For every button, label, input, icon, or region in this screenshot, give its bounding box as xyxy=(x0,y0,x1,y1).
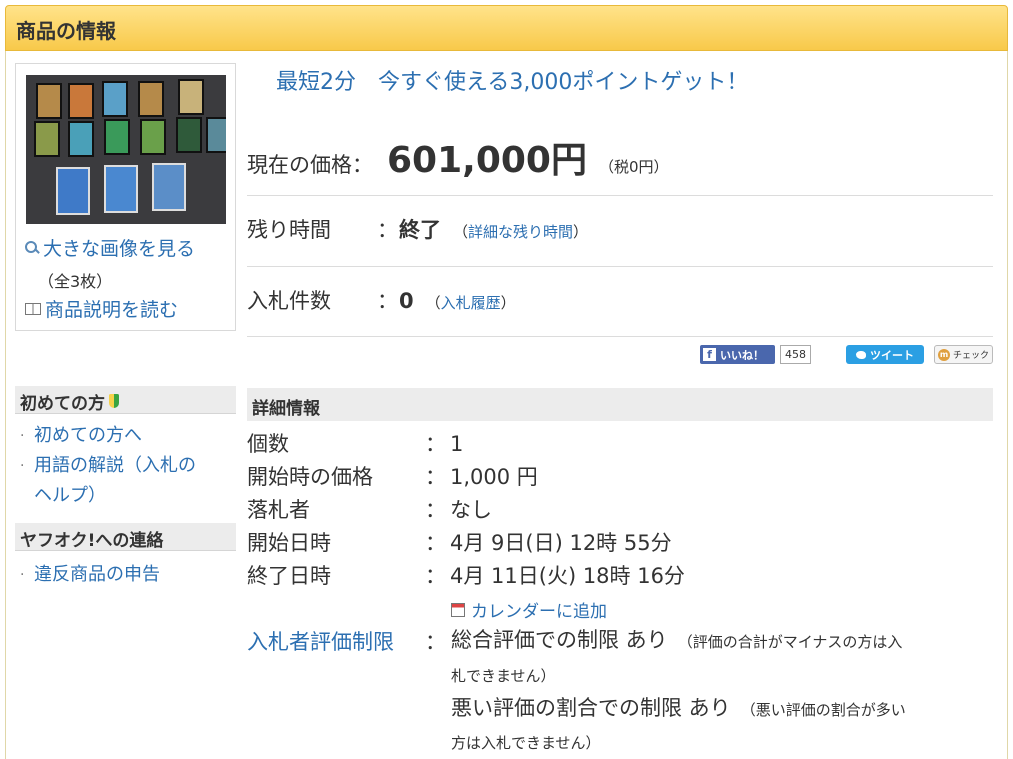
restriction-total-note: （評価の合計がマイナスの方は入 xyxy=(677,633,903,651)
divider xyxy=(247,195,993,196)
add-to-calendar-link[interactable]: カレンダーに追加 xyxy=(451,597,607,622)
rating-restriction-link[interactable]: 入札者評価制限 xyxy=(247,626,425,656)
detail-colon: ： xyxy=(425,432,446,456)
sidebar-link-report-label: 違反商品の申告 xyxy=(34,564,160,585)
calendar-icon xyxy=(451,602,465,617)
detail-row-start-price: 開始時の価格 ： 1,000 円 xyxy=(247,461,538,491)
detail-colon: ： xyxy=(425,630,446,654)
facebook-like-count: 458 xyxy=(780,345,811,364)
current-price-row: 現在の価格： 601,000円 （税0円） xyxy=(247,131,669,183)
tweet-label: ツイート xyxy=(870,348,914,362)
mixi-icon: m xyxy=(937,348,950,361)
bid-history-link[interactable]: 入札履歴 xyxy=(441,294,501,312)
price-value: 601,000円 xyxy=(387,140,587,181)
detail-value: 4月 9日(日) 12時 55分 xyxy=(450,531,672,555)
detail-colon: ： xyxy=(425,564,446,588)
sidebar-link-glossary-label: 用語の解説（入札の xyxy=(34,455,196,476)
description-link-label: 商品説明を読む xyxy=(45,299,179,321)
divider xyxy=(247,336,993,337)
twitter-bird-icon xyxy=(856,350,866,359)
detail-colon: ： xyxy=(425,498,446,522)
time-left-colon: ： xyxy=(377,218,398,242)
contact-heading: ヤフオク!への連絡 xyxy=(15,523,236,551)
detail-row-winner: 落札者 ： なし xyxy=(247,494,492,524)
detail-label: 開始日時 xyxy=(247,531,331,555)
product-photo[interactable] xyxy=(26,75,226,224)
time-left-detail: （詳細な残り時間） xyxy=(453,223,589,241)
detail-value: 4月 11日(火) 18時 16分 xyxy=(450,564,685,588)
restriction-total-rating: 総合評価での制限 あり （評価の合計がマイナスの方は入 xyxy=(451,624,993,658)
divider xyxy=(247,266,993,267)
facebook-like-label: いいね！ xyxy=(720,348,764,362)
time-left-detail-link[interactable]: 詳細な残り時間 xyxy=(468,223,573,241)
beginner-mark-icon xyxy=(109,394,119,408)
detail-label: 終了日時 xyxy=(247,564,331,588)
detail-label: 落札者 xyxy=(247,498,310,522)
thumbnail-box: 大きな画像を見る （全3枚） 商品説明を読む xyxy=(15,63,236,331)
book-icon xyxy=(25,302,41,315)
price-label: 現在の価格： xyxy=(247,153,373,177)
magnifier-icon xyxy=(25,240,39,255)
detail-value: 1,000 円 xyxy=(450,465,538,489)
detail-value: なし xyxy=(450,498,492,522)
restriction-total-note-cont: 札できません） xyxy=(451,667,556,685)
sidebar-link-glossary[interactable]: 用語の解説（入札の ヘルプ） xyxy=(20,451,196,511)
time-left-value: 終了 xyxy=(399,218,441,242)
detail-label: 個数 xyxy=(247,432,289,456)
beginner-heading-label: 初めての方 xyxy=(20,393,105,414)
tweet-button[interactable]: ツイート xyxy=(846,345,924,364)
large-image-link[interactable]: 大きな画像を見る xyxy=(25,234,195,261)
facebook-icon: f xyxy=(703,348,716,361)
sidebar-link-beginners[interactable]: 初めての方へ xyxy=(20,421,142,451)
detail-value: 1 xyxy=(450,432,464,456)
beginner-heading: 初めての方 xyxy=(15,386,236,414)
detail-colon: ： xyxy=(425,465,446,489)
time-left-label: 残り時間 xyxy=(247,218,331,242)
mixi-check-button[interactable]: m チェック xyxy=(934,345,993,364)
facebook-like-button[interactable]: f いいね！ xyxy=(700,345,775,364)
bid-count-row: 入札件数 ： 0 （入札履歴） xyxy=(247,285,516,315)
contact-heading-label: ヤフオク!への連絡 xyxy=(20,530,164,551)
check-label: チェック xyxy=(952,351,989,361)
restriction-bad-note-cont: 方は入札できません） xyxy=(451,734,601,752)
detail-row-end-date: 終了日時 ： 4月 11日(火) 18時 16分 xyxy=(247,560,685,590)
sidebar-link-report[interactable]: 違反商品の申告 xyxy=(20,560,160,590)
details-heading: 詳細情報 xyxy=(247,388,993,421)
sidebar-link-beginners-label: 初めての方へ xyxy=(34,425,142,446)
description-link[interactable]: 商品説明を読む xyxy=(25,295,178,322)
bid-count-label: 入札件数 xyxy=(247,289,331,313)
points-promo-link[interactable]: 最短2分 今すぐ使える3,000ポイントゲット！ xyxy=(276,64,748,96)
section-title: 商品の情報 xyxy=(16,19,116,43)
restriction-bad-main: 悪い評価の割合での制限 あり xyxy=(451,696,731,720)
detail-row-start-date: 開始日時 ： 4月 9日(日) 12時 55分 xyxy=(247,527,672,557)
restriction-bad-note: （悪い評価の割合が多い xyxy=(740,701,906,719)
restriction-bad-ratio: 悪い評価の割合での制限 あり （悪い評価の割合が多い xyxy=(451,692,993,726)
large-image-link-label: 大きな画像を見る xyxy=(43,238,196,260)
section-header: 商品の情報 xyxy=(5,5,1008,51)
detail-row-quantity: 個数 ： 1 xyxy=(247,428,463,458)
add-to-calendar-label: カレンダーに追加 xyxy=(471,602,607,622)
image-count: （全3枚） xyxy=(38,272,113,291)
bid-history: （入札履歴） xyxy=(425,294,516,312)
sidebar-link-glossary-label-cont: ヘルプ） xyxy=(34,485,106,506)
tax-value: （税0円） xyxy=(598,158,669,176)
time-left-row: 残り時間 ： 終了 （詳細な残り時間） xyxy=(247,214,588,244)
bid-count-value: 0 xyxy=(399,289,414,313)
detail-row-rating-restriction: 入札者評価制限 ： xyxy=(247,626,450,656)
detail-colon: ： xyxy=(425,531,446,555)
detail-label: 開始時の価格 xyxy=(247,465,373,489)
bid-count-colon: ： xyxy=(377,289,398,313)
restriction-total-main: 総合評価での制限 あり xyxy=(451,628,668,652)
